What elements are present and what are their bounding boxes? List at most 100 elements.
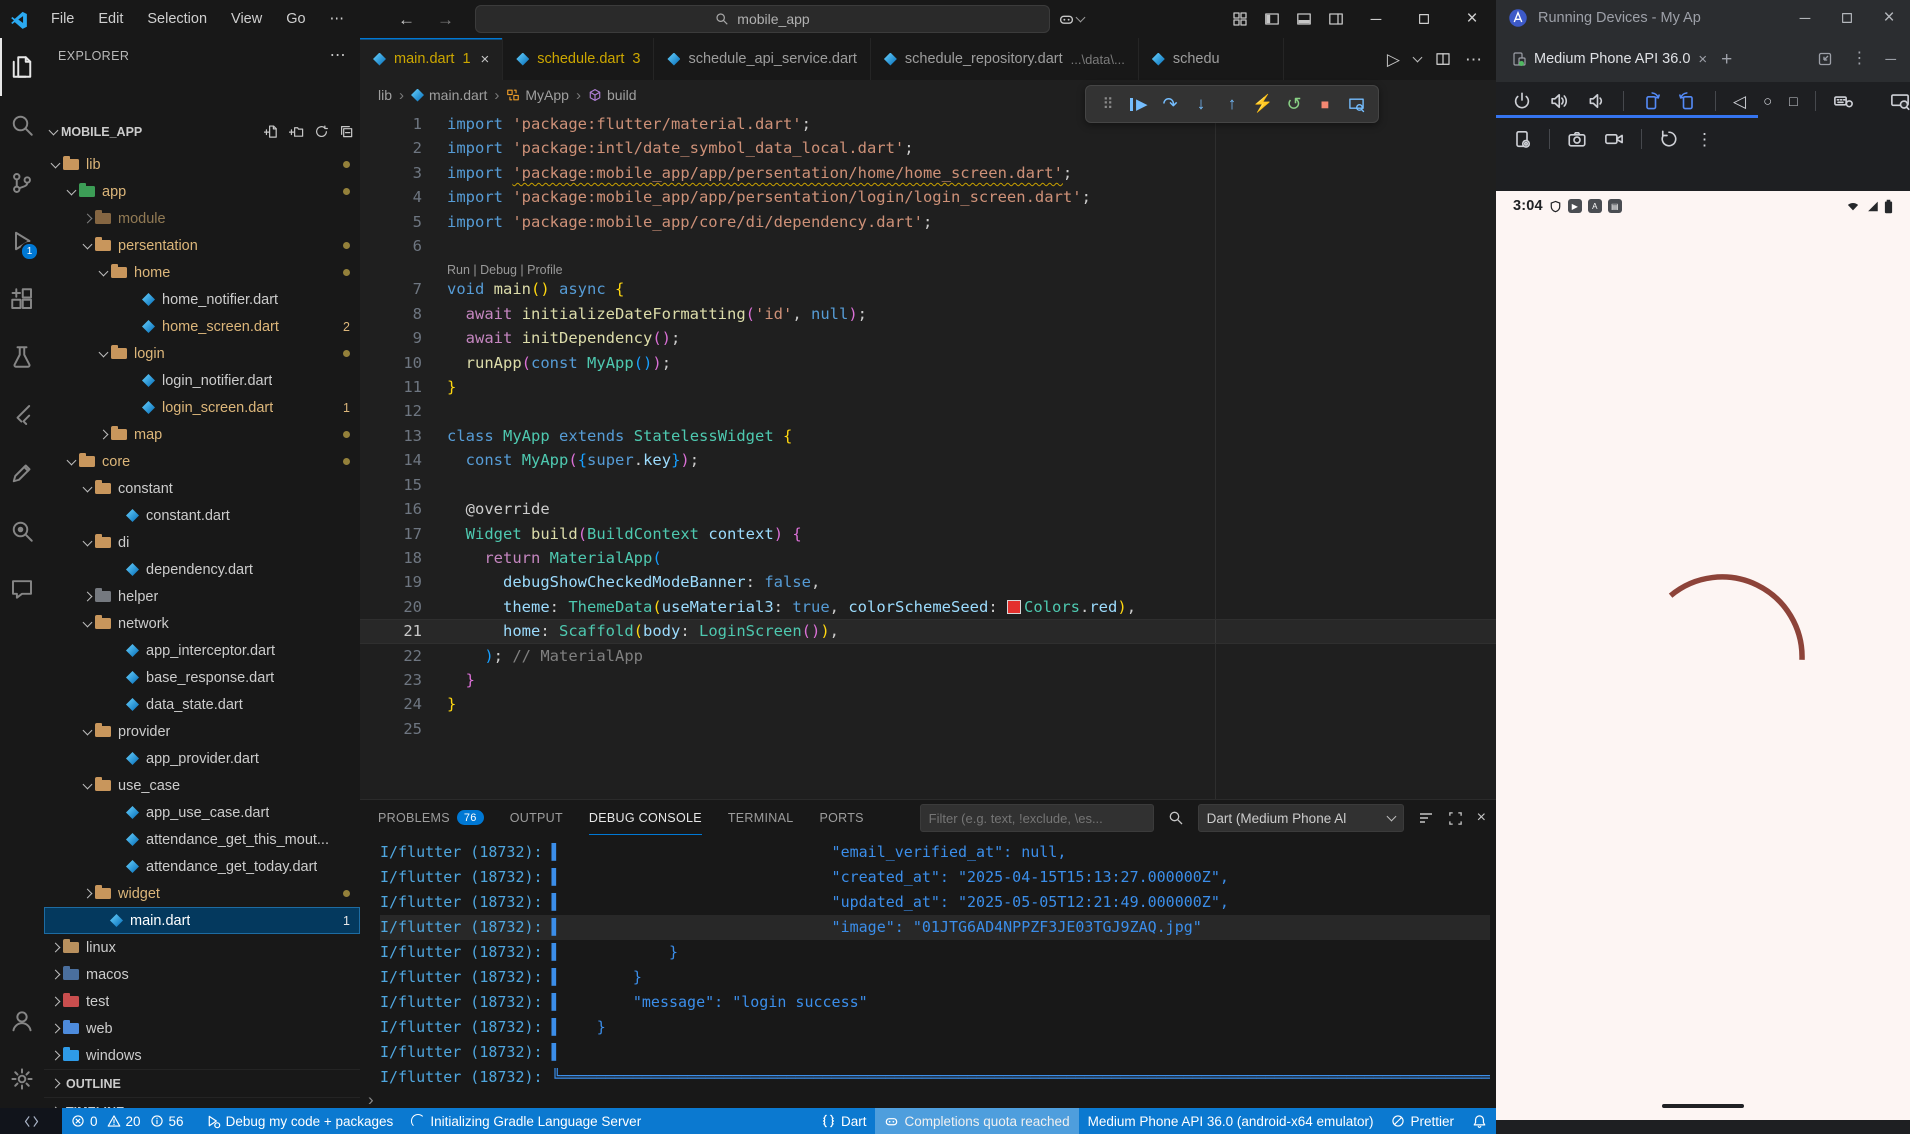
hardware-input-icon[interactable] xyxy=(1833,91,1853,111)
tree-folder-provider[interactable]: provider xyxy=(44,718,360,745)
nav-recents-icon[interactable]: □ xyxy=(1789,94,1797,108)
prettier-status[interactable]: Prettier xyxy=(1382,1108,1463,1134)
more-actions-icon[interactable]: ⋯ xyxy=(1465,51,1482,68)
breadcrumb-item[interactable]: lib xyxy=(378,87,392,103)
tree-folder-persentation[interactable]: persentation xyxy=(44,232,360,259)
emu-maximize-button[interactable] xyxy=(1826,0,1868,36)
step-into-icon[interactable]: ↓ xyxy=(1187,90,1215,118)
activity-explorer[interactable] xyxy=(0,38,44,96)
menu-[interactable]: ⋯ xyxy=(320,7,355,31)
device-screen[interactable]: 3:04 ▶ A ▤ xyxy=(1496,191,1910,1120)
tree-file-app_provider.dart[interactable]: app_provider.dart xyxy=(44,745,360,772)
tree-file-app_interceptor.dart[interactable]: app_interceptor.dart xyxy=(44,637,360,664)
debug-configuration[interactable]: Debug my code + packages xyxy=(197,1108,403,1134)
explorer-more-icon[interactable]: ⋯ xyxy=(330,48,346,64)
power-icon[interactable] xyxy=(1512,91,1532,111)
tab-main.dart[interactable]: main.dart1× xyxy=(360,38,503,80)
menu-file[interactable]: File xyxy=(41,7,84,31)
tree-folder-test[interactable]: test xyxy=(44,988,360,1015)
tree-folder-widget[interactable]: widget xyxy=(44,880,360,907)
tree-folder-module[interactable]: module xyxy=(44,205,360,232)
search-icon[interactable] xyxy=(1168,810,1184,826)
tree-folder-di[interactable]: di xyxy=(44,529,360,556)
screen-record-icon[interactable] xyxy=(1604,129,1624,149)
activity-search-settings[interactable] xyxy=(0,502,44,560)
console-filter-input[interactable] xyxy=(920,804,1154,832)
problems-status[interactable]: 02056 xyxy=(62,1108,197,1134)
toggle-sidebar-icon[interactable] xyxy=(1264,11,1280,27)
minimize-button[interactable]: ─ xyxy=(1352,0,1400,38)
tab-schedule.dart[interactable]: schedule.dart3 xyxy=(503,38,654,80)
tree-file-attendance_get_today.dart[interactable]: attendance_get_today.dart xyxy=(44,853,360,880)
tree-file-data_state.dart[interactable]: data_state.dart xyxy=(44,691,360,718)
maximize-panel-icon[interactable] xyxy=(1448,811,1463,826)
copilot-menu[interactable] xyxy=(1058,0,1084,38)
command-center-search[interactable]: mobile_app xyxy=(475,5,1050,33)
tree-folder-web[interactable]: web xyxy=(44,1015,360,1042)
close-panel-icon[interactable]: × xyxy=(1477,810,1486,826)
tree-file-login_notifier.dart[interactable]: login_notifier.dart xyxy=(44,367,360,394)
tree-folder-helper[interactable]: helper xyxy=(44,583,360,610)
project-root-row[interactable]: MOBILE_APP xyxy=(44,118,361,145)
activity-extensions[interactable] xyxy=(0,270,44,328)
snapshot-icon[interactable] xyxy=(1659,129,1679,149)
tree-folder-app[interactable]: app xyxy=(44,178,360,205)
step-over-icon[interactable]: ↷ xyxy=(1156,90,1184,118)
volume-up-icon[interactable] xyxy=(1549,91,1569,111)
collapse-lines-icon[interactable] xyxy=(1418,810,1434,826)
panel-tab-output[interactable]: OUTPUT xyxy=(510,800,563,835)
gradle-status[interactable]: Initializing Gradle Language Server xyxy=(402,1108,650,1134)
toggle-secondary-sidebar-icon[interactable] xyxy=(1328,11,1344,27)
tree-folder-lib[interactable]: lib xyxy=(44,151,360,178)
toggle-panel-icon[interactable] xyxy=(1296,11,1312,27)
new-file-icon[interactable] xyxy=(264,124,279,139)
screen-search-icon[interactable] xyxy=(1890,91,1910,111)
continue-icon[interactable]: ▶ xyxy=(1125,90,1153,118)
code-editor[interactable]: 1import 'package:flutter/material.dart';… xyxy=(360,110,1496,802)
tree-folder-macos[interactable]: macos xyxy=(44,961,360,988)
activity-run-and-debug[interactable]: 1 xyxy=(0,212,44,270)
tree-folder-linux[interactable]: linux xyxy=(44,934,360,961)
device-tab[interactable]: Medium Phone API 36.0 × xyxy=(1496,36,1717,82)
panel-tab-ports[interactable]: PORTS xyxy=(819,800,863,835)
codelens-run-debug-profile[interactable]: Run | Debug | Profile xyxy=(360,258,1496,277)
overflow-menu-icon[interactable]: ⋮ xyxy=(1696,131,1713,148)
section-outline[interactable]: OUTLINE xyxy=(44,1069,360,1097)
tree-folder-home[interactable]: home xyxy=(44,259,360,286)
tree-folder-login[interactable]: login xyxy=(44,340,360,367)
notifications-bell[interactable] xyxy=(1463,1108,1496,1134)
debug-session-select[interactable]: Dart (Medium Phone Al xyxy=(1198,804,1404,832)
emu-close-button[interactable]: × xyxy=(1868,0,1910,36)
breadcrumb-item[interactable]: MyApp xyxy=(506,87,569,103)
forward-icon[interactable]: → xyxy=(437,11,454,28)
step-out-icon[interactable]: ↑ xyxy=(1218,90,1246,118)
split-editor-icon[interactable] xyxy=(1435,51,1451,67)
section-timeline[interactable]: TIMELINE xyxy=(44,1097,360,1108)
embed-window-icon[interactable] xyxy=(1817,51,1833,67)
volume-down-icon[interactable] xyxy=(1586,91,1606,111)
close-tab-icon[interactable]: × xyxy=(1698,51,1707,68)
breadcrumb-item[interactable]: main.dart xyxy=(411,87,487,103)
tree-file-home_notifier.dart[interactable]: home_notifier.dart xyxy=(44,286,360,313)
screenshot-icon[interactable] xyxy=(1567,129,1587,149)
activity-accounts[interactable] xyxy=(0,992,44,1050)
tree-folder-windows[interactable]: windows xyxy=(44,1042,360,1069)
add-device-icon[interactable]: + xyxy=(1721,50,1732,69)
activity-testing[interactable] xyxy=(0,328,44,386)
activity-edit-tools[interactable] xyxy=(0,444,44,502)
close-button[interactable]: × xyxy=(1448,0,1496,38)
device-settings-icon[interactable] xyxy=(1512,129,1532,149)
emu-minimize-button[interactable]: ─ xyxy=(1784,0,1826,36)
customize-layout-icon[interactable] xyxy=(1232,11,1248,27)
rotate-right-icon[interactable] xyxy=(1678,91,1698,111)
tab-schedule_api_service.dart[interactable]: schedule_api_service.dart xyxy=(654,38,870,80)
tree-file-attendance_get_this_mout...[interactable]: attendance_get_this_mout... xyxy=(44,826,360,853)
nav-home-icon[interactable]: ○ xyxy=(1763,94,1772,109)
menu-go[interactable]: Go xyxy=(276,7,315,31)
collapse-folders-icon[interactable] xyxy=(339,124,354,139)
menu-edit[interactable]: Edit xyxy=(88,7,133,31)
run-or-debug-icon[interactable]: ▷ xyxy=(1387,51,1400,68)
tree-file-app_use_case.dart[interactable]: app_use_case.dart xyxy=(44,799,360,826)
back-icon[interactable]: ← xyxy=(398,11,415,28)
tree-file-main.dart[interactable]: main.dart1 xyxy=(44,907,360,934)
